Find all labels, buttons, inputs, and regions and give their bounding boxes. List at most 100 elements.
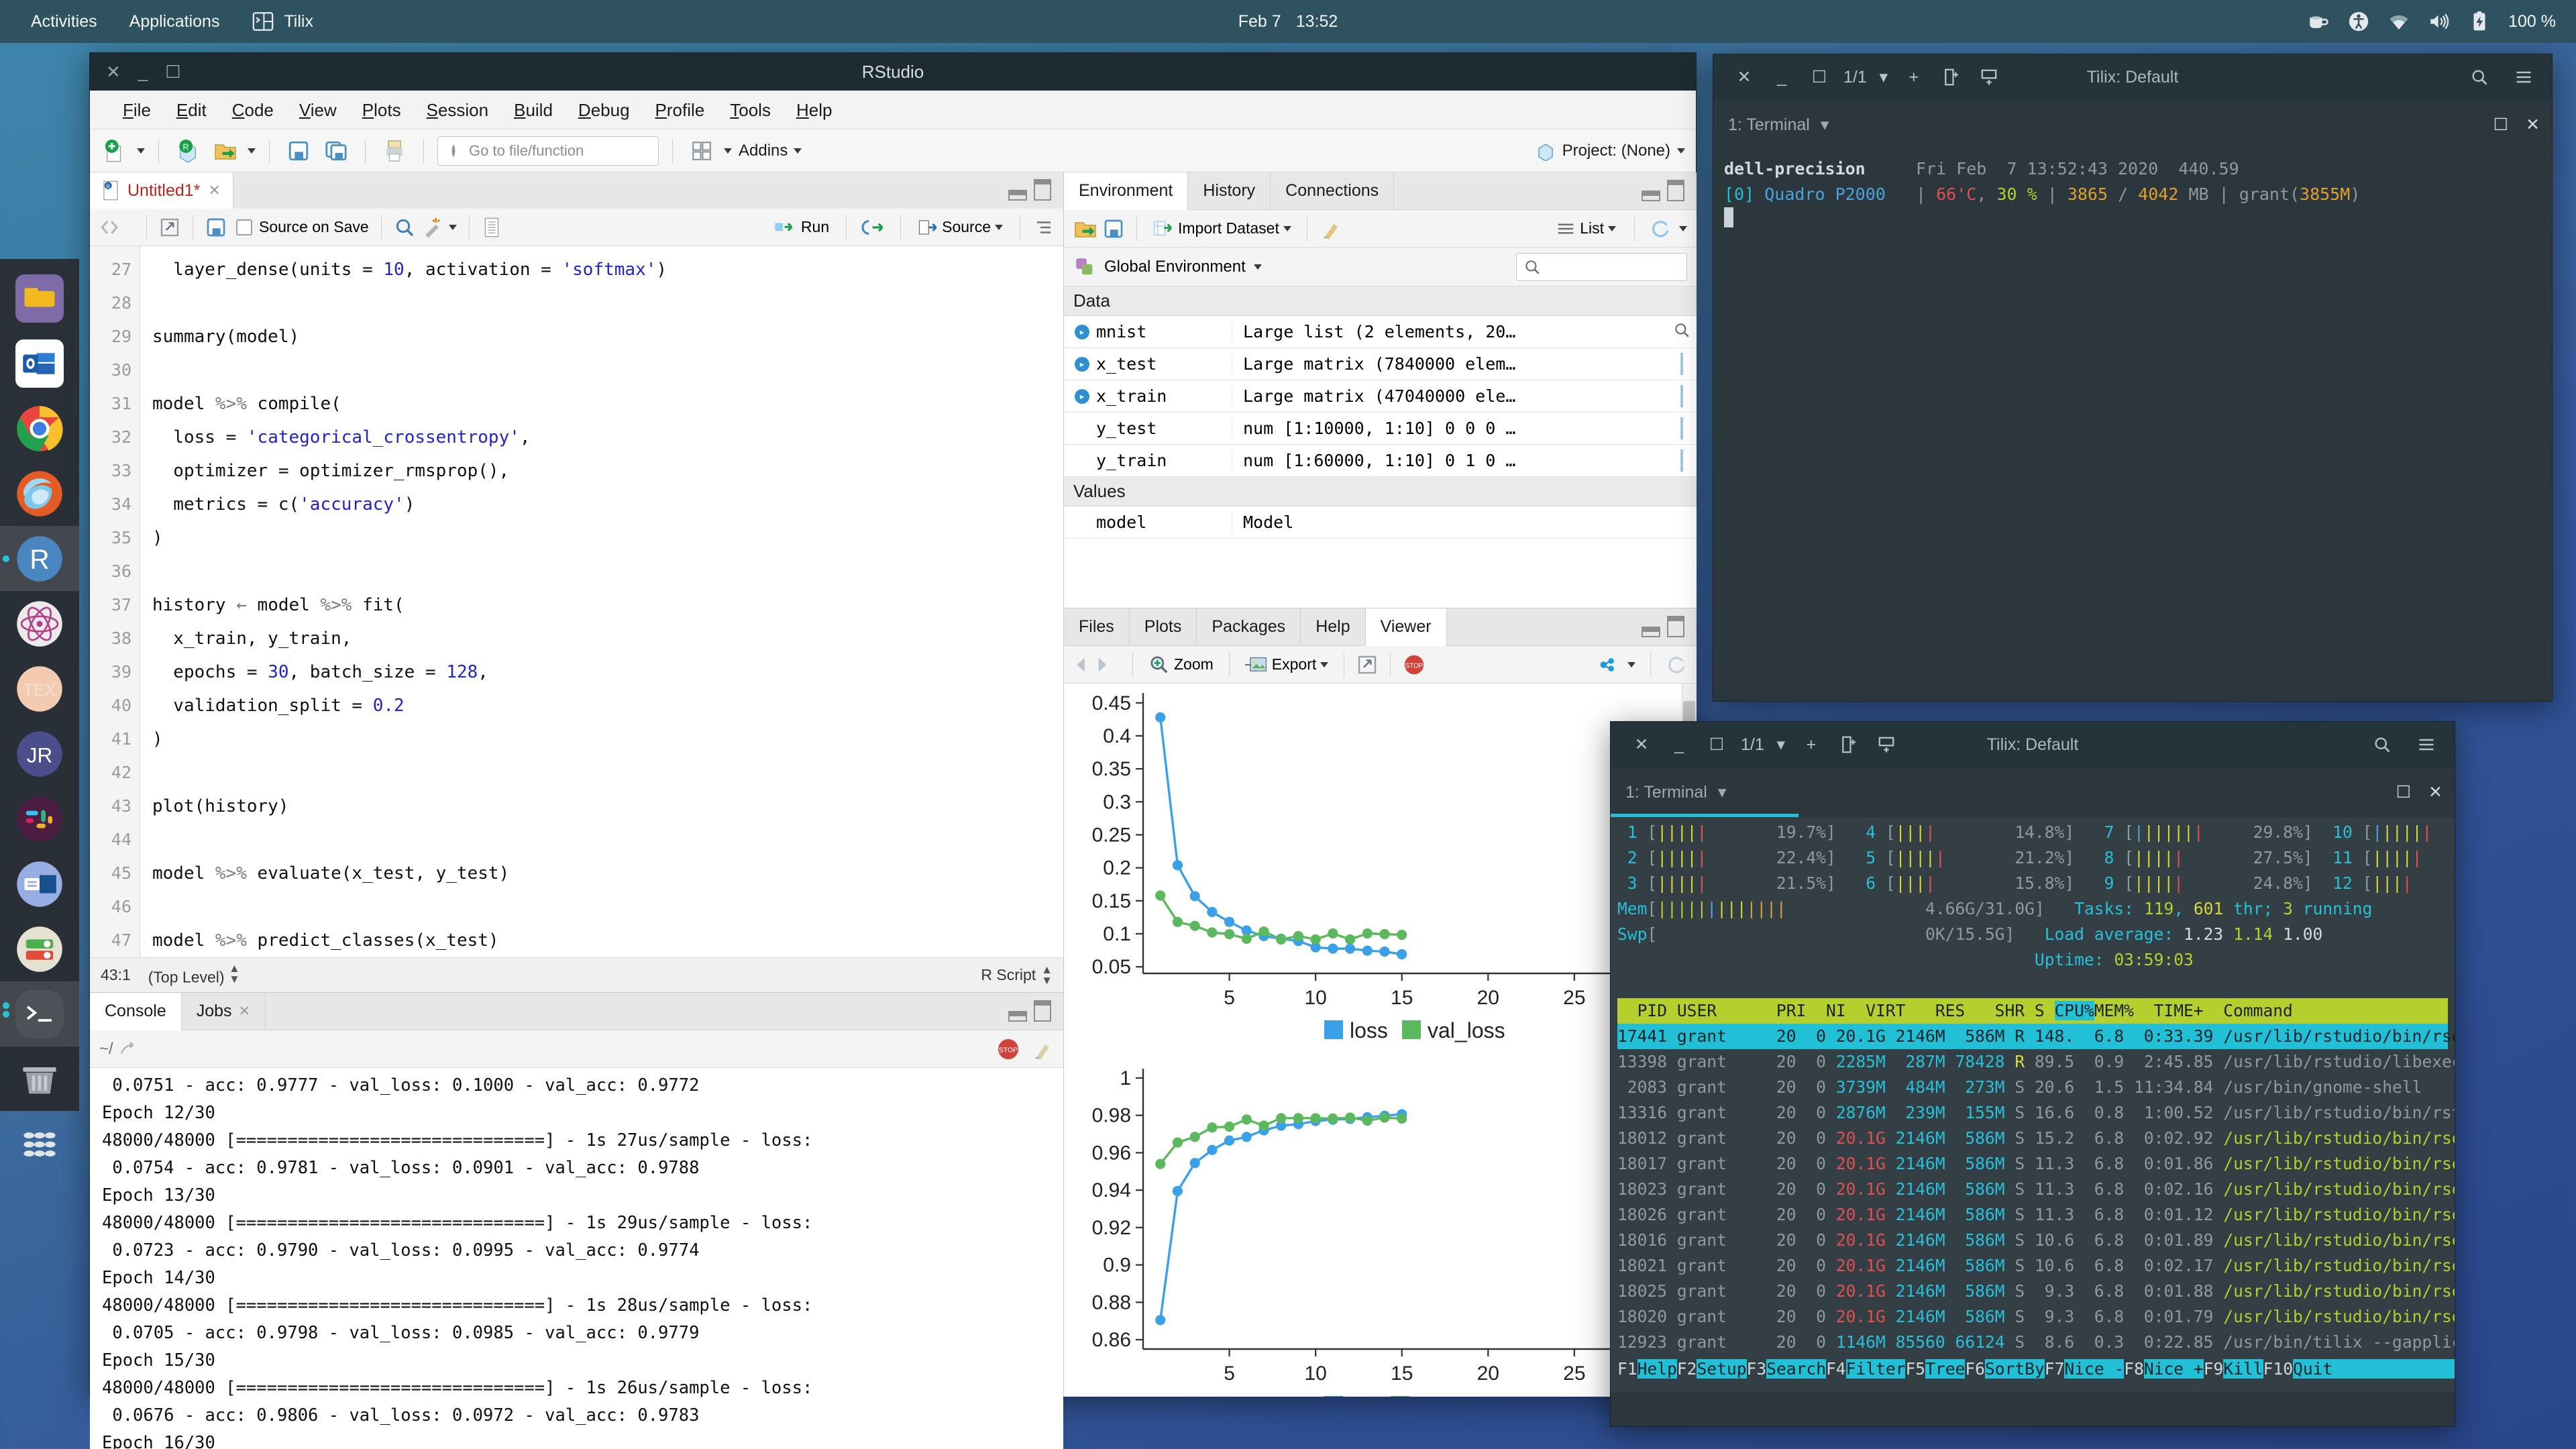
menu-session[interactable]: Session [414,91,502,129]
code-editor[interactable]: 27 28 29 30 31 32 33 34 35 36 37 38 39 4… [90,246,1063,957]
magic-wand-icon[interactable] [421,216,443,239]
tab-console[interactable]: Console [90,993,182,1030]
dock-item-rjournal[interactable]: JR [0,721,79,786]
chevron-down-icon[interactable]: ▾ [1872,54,1895,100]
plots-pane-minmax[interactable] [1642,616,1684,637]
environment-row[interactable]: ▸x_testLarge matrix (7840000 elem… [1064,348,1697,380]
menu-build[interactable]: Build [501,91,566,129]
zoom-plot-button[interactable]: Zoom [1145,649,1217,680]
tab-files[interactable]: Files [1064,608,1130,645]
stop-icon[interactable]: STOP [996,1037,1020,1061]
code-text[interactable]: layer_dense(units = 10, activation = 'so… [140,246,1063,957]
scope-caret-icon[interactable] [1254,264,1262,270]
file-type-selector[interactable]: R Script ▲▼ [981,965,1053,985]
console-working-directory[interactable]: ~/ [99,1040,138,1059]
htop-process-row[interactable]: 18020 grant 20 0 20.1G 2146M 586M S 9.3 … [1617,1304,2448,1330]
chevron-down-icon[interactable]: ▾ [1770,722,1792,767]
htop-process-row[interactable]: 2083 grant 20 0 3739M 484M 273M S 20.6 1… [1617,1075,2448,1100]
scope-selector[interactable]: (Top Level) ▲▼ [148,963,240,986]
publish-caret-icon[interactable] [1627,662,1635,667]
minimize-pane-icon[interactable] [1642,191,1660,201]
save-all-button[interactable] [321,136,352,166]
active-app-menu[interactable]: Tilix [235,0,329,43]
open-directory-icon[interactable] [119,1041,138,1057]
menu-file[interactable]: File [110,91,164,129]
tilix1-tab-label[interactable]: 1: Terminal [1728,115,1810,135]
session-counter[interactable]: 1/1 [1735,722,1770,767]
save-workspace-icon[interactable] [1103,217,1124,240]
load-workspace-icon[interactable] [1073,217,1097,240]
source-on-save-checkbox[interactable]: Source on Save [236,218,369,236]
split-right-icon[interactable] [1933,54,1970,100]
environment-row[interactable]: ▸x_trainLarge matrix (47040000 ele… [1064,380,1697,413]
dock-item-notes[interactable] [0,851,79,916]
tab-viewer[interactable]: Viewer [1366,608,1447,646]
environment-search-input[interactable] [1516,253,1687,281]
maximize-pane-icon[interactable] [1034,179,1051,201]
environment-row[interactable]: y_testnum [1:10000, 1:10] 0 0 0 … [1064,413,1697,445]
open-file-button[interactable] [210,136,241,166]
save-icon[interactable] [205,216,227,239]
minimize-icon[interactable]: _ [138,62,148,83]
htop-process-row[interactable]: 18025 grant 20 0 20.1G 2146M 586M S 9.3 … [1617,1279,2448,1304]
applications-button[interactable]: Applications [113,0,236,43]
console-pane-minmax[interactable] [1008,1000,1051,1022]
split-down-icon[interactable] [1868,722,1905,767]
menu-view[interactable]: View [286,91,350,129]
compile-report-icon[interactable] [482,216,502,239]
chevron-down-icon[interactable]: ▾ [1718,782,1727,802]
menu-code[interactable]: Code [219,91,286,129]
environment-scope-label[interactable]: Global Environment [1104,258,1246,276]
refresh-icon[interactable] [1650,218,1671,239]
panes-caret-icon[interactable] [724,148,732,154]
htop-process-row[interactable]: 18026 grant 20 0 20.1G 2146M 586M S 11.3… [1617,1202,2448,1228]
tab-packages[interactable]: Packages [1197,608,1301,645]
wand-caret-icon[interactable] [449,225,457,230]
htop-process-row[interactable]: 18012 grant 20 0 20.1G 2146M 586M S 15.2… [1617,1126,2448,1151]
htop-output[interactable]: 1 [||||| 19.7%] 4 [|||| 14.8%] 7 [||||||… [1611,817,2455,1393]
close-tab-icon[interactable]: ✕ [208,182,220,199]
expand-icon[interactable]: ▸ [1075,389,1089,404]
new-session-icon[interactable]: + [1792,722,1830,767]
environment-row[interactable]: ▸mnistLarge list (2 elements, 20… [1064,316,1697,348]
dock-item-chrome[interactable] [0,396,79,461]
tilix1-terminal-output[interactable]: dell-precision Fri Feb 7 13:52:43 2020 4… [1713,150,2552,654]
workspace-panes-button[interactable] [686,136,717,166]
source-pane-minmax[interactable] [1008,179,1051,201]
htop-process-row[interactable]: 17441 grant 20 0 20.1G 2146M 586M R 148.… [1617,1024,2448,1049]
minimize-pane-icon[interactable] [1008,1011,1027,1022]
htop-process-row[interactable]: 13316 grant 20 0 2876M 239M 155M S 16.6 … [1617,1100,2448,1126]
dock-item-files[interactable] [0,266,79,331]
system-status-area[interactable]: 100 % [2307,10,2556,33]
goto-file-function-input[interactable]: Go to file/function [437,136,659,166]
maximize-icon[interactable]: ☐ [1698,722,1735,767]
outline-icon[interactable] [1034,217,1054,237]
maximize-icon[interactable]: ☐ [1801,54,1838,100]
plot-nav-arrows-icon[interactable] [1073,653,1120,676]
view-data-icon[interactable] [1680,417,1683,439]
menu-tools[interactable]: Tools [717,91,784,129]
popout-plot-icon[interactable] [1356,654,1378,676]
refresh-caret-icon[interactable] [1679,226,1687,231]
console-output[interactable]: 0.0751 - acc: 0.9777 - val_loss: 0.1000 … [90,1068,1063,1449]
menu-profile[interactable]: Profile [643,91,718,129]
view-data-icon[interactable] [1680,385,1683,407]
session-counter[interactable]: 1/1 [1838,54,1872,100]
dock-item-slack[interactable] [0,786,79,851]
htop-process-row[interactable]: 12923 grant 20 0 1146M 85560 66124 S 8.6… [1617,1330,2448,1355]
maximize-pane-icon[interactable] [1034,1000,1051,1022]
print-button[interactable] [379,136,410,166]
tab-plots[interactable]: Plots [1130,608,1197,645]
htop-process-row[interactable]: 13398 grant 20 0 2285M 287M 78428 R 89.5… [1617,1049,2448,1075]
chevron-down-icon[interactable]: ▾ [1821,115,1829,135]
htop-process-row[interactable]: 18021 grant 20 0 20.1G 2146M 586M S 10.6… [1617,1253,2448,1279]
open-file-caret-icon[interactable] [248,148,256,154]
import-dataset-button[interactable]: Import Dataset [1149,213,1295,244]
close-terminal-icon[interactable]: ✕ [2526,115,2540,135]
dock-item-atom[interactable] [0,591,79,656]
project-selector[interactable]: Project: (None) [1536,141,1685,161]
view-data-icon[interactable] [1680,353,1683,375]
tab-history[interactable]: History [1188,172,1271,209]
htop-process-row[interactable]: 18016 grant 20 0 20.1G 2146M 586M S 10.6… [1617,1228,2448,1253]
new-file-button[interactable] [99,136,130,166]
